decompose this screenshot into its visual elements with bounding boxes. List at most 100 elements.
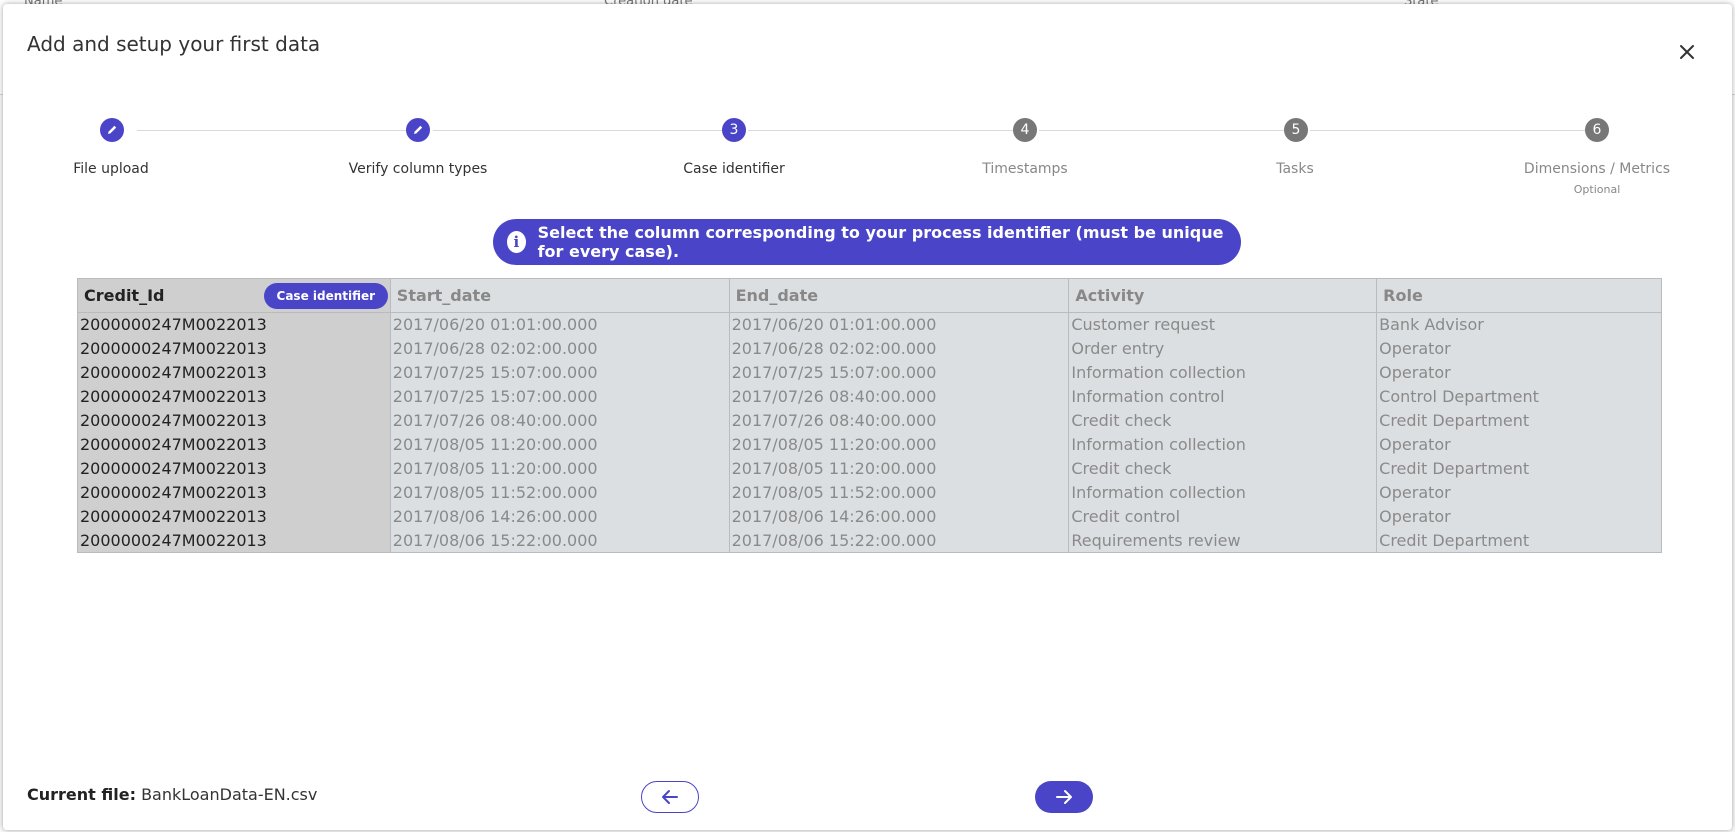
table-row: 2000000247M0022013 2017/08/05 11:20:00.00… — [77, 432, 1662, 457]
table-cell: Credit control — [1068, 504, 1378, 529]
table-cell: 2017/08/06 15:22:00.000 — [390, 528, 730, 553]
data-preview-table: Credit_Id Case identifier Start_date End… — [77, 278, 1662, 553]
table-row: 2000000247M0022013 2017/07/25 15:07:00.00… — [77, 384, 1662, 409]
table-cell: 2017/08/05 11:20:00.000 — [729, 432, 1070, 457]
pencil-icon — [108, 125, 117, 134]
table-cell: 2000000247M0022013 — [77, 408, 391, 433]
step-5-label: Tasks — [1276, 161, 1314, 177]
step-4-label: Timestamps — [982, 161, 1068, 177]
table-row: 2000000247M0022013 2017/06/28 02:02:00.00… — [77, 336, 1662, 361]
pencil-icon — [414, 125, 423, 134]
column-header-credit-id[interactable]: Credit_Id Case identifier — [77, 278, 391, 313]
table-cell: Information collection — [1068, 432, 1378, 457]
table-cell: Operator — [1376, 504, 1662, 529]
table-row: 2000000247M0022013 2017/08/05 11:52:00.00… — [77, 480, 1662, 505]
table-cell: 2000000247M0022013 — [77, 528, 391, 553]
table-cell: Information collection — [1068, 480, 1378, 505]
step-4-circle[interactable]: 4 — [1013, 118, 1037, 142]
table-cell: 2000000247M0022013 — [77, 360, 391, 385]
table-cell: Requirements review — [1068, 528, 1378, 553]
table-cell: 2017/07/25 15:07:00.000 — [729, 360, 1070, 385]
table-cell: 2017/08/05 11:20:00.000 — [390, 432, 730, 457]
step-connector — [137, 130, 407, 131]
step-2-label: Verify column types — [348, 161, 488, 177]
table-cell: Credit Department — [1376, 528, 1662, 553]
current-file-name: BankLoanData-EN.csv — [141, 785, 318, 804]
table-cell: 2017/07/25 15:07:00.000 — [390, 360, 730, 385]
table-cell: 2017/06/28 02:02:00.000 — [390, 336, 730, 361]
step-connector — [433, 130, 722, 131]
table-cell: 2017/08/06 14:26:00.000 — [390, 504, 730, 529]
info-banner-text: Select the column corresponding to your … — [537, 223, 1224, 261]
current-file-info: Current file: BankLoanData-EN.csv — [27, 785, 317, 804]
table-cell: Bank Advisor — [1376, 312, 1662, 337]
step-5-circle[interactable]: 5 — [1284, 118, 1308, 142]
stepper: File upload Verify column types 3 Case i… — [3, 4, 1732, 204]
table-cell: 2000000247M0022013 — [77, 336, 391, 361]
table-row: 2000000247M0022013 2017/06/20 01:01:00.00… — [77, 312, 1662, 337]
previous-button[interactable] — [641, 781, 699, 813]
table-cell: 2017/06/20 01:01:00.000 — [390, 312, 730, 337]
table-cell: Operator — [1376, 360, 1662, 385]
column-header-activity[interactable]: Activity — [1068, 278, 1378, 313]
table-cell: Operator — [1376, 432, 1662, 457]
table-cell: Credit check — [1068, 408, 1378, 433]
step-3-circle[interactable]: 3 — [722, 118, 746, 142]
step-connector — [1039, 130, 1284, 131]
table-cell: 2000000247M0022013 — [77, 432, 391, 457]
table-cell: Information control — [1068, 384, 1378, 409]
table-cell: 2017/07/26 08:40:00.000 — [729, 384, 1070, 409]
column-header-end-date[interactable]: End_date — [729, 278, 1070, 313]
table-row: 2000000247M0022013 2017/08/05 11:20:00.00… — [77, 456, 1662, 481]
step-3-label: Case identifier — [683, 161, 785, 177]
table-cell: Operator — [1376, 480, 1662, 505]
step-6-sublabel: Optional — [1573, 183, 1621, 196]
table-cell: 2000000247M0022013 — [77, 312, 391, 337]
current-file-label: Current file: — [27, 785, 136, 804]
table-cell: 2000000247M0022013 — [77, 456, 391, 481]
table-row: 2000000247M0022013 2017/08/06 15:22:00.00… — [77, 528, 1662, 553]
table-cell: 2000000247M0022013 — [77, 504, 391, 529]
table-header-row: Credit_Id Case identifier Start_date End… — [77, 278, 1662, 313]
step-6-circle[interactable]: 6 — [1585, 118, 1609, 142]
table-cell: 2017/07/26 08:40:00.000 — [729, 408, 1070, 433]
table-cell: Credit check — [1068, 456, 1378, 481]
table-cell: 2017/06/20 01:01:00.000 — [729, 312, 1070, 337]
table-row: 2000000247M0022013 2017/08/06 14:26:00.00… — [77, 504, 1662, 529]
next-button[interactable] — [1035, 781, 1093, 813]
table-cell: 2017/08/06 14:26:00.000 — [729, 504, 1070, 529]
arrow-left-icon — [662, 790, 678, 804]
table-cell: 2017/06/28 02:02:00.000 — [729, 336, 1070, 361]
table-cell: Control Department — [1376, 384, 1662, 409]
setup-modal: Add and setup your first data File uploa… — [3, 4, 1732, 830]
step-1-circle[interactable] — [100, 118, 124, 142]
column-header-start-date[interactable]: Start_date — [390, 278, 730, 313]
table-cell: 2017/08/05 11:52:00.000 — [390, 480, 730, 505]
step-connector — [748, 130, 1013, 131]
table-cell: Operator — [1376, 336, 1662, 361]
table-cell: 2017/08/05 11:20:00.000 — [729, 456, 1070, 481]
table-row: 2000000247M0022013 2017/07/26 08:40:00.00… — [77, 408, 1662, 433]
table-cell: Customer request — [1068, 312, 1378, 337]
column-header-label: Credit_Id — [84, 286, 165, 305]
table-cell: Credit Department — [1376, 456, 1662, 481]
table-cell: Credit Department — [1376, 408, 1662, 433]
table-cell: 2017/07/25 15:07:00.000 — [390, 384, 730, 409]
column-header-role[interactable]: Role — [1376, 278, 1662, 313]
table-cell: 2000000247M0022013 — [77, 480, 391, 505]
table-cell: Information collection — [1068, 360, 1378, 385]
table-cell: 2017/08/06 15:22:00.000 — [729, 528, 1070, 553]
table-cell: 2017/08/05 11:52:00.000 — [729, 480, 1070, 505]
info-icon: i — [507, 231, 526, 253]
case-identifier-badge: Case identifier — [263, 283, 388, 309]
table-row: 2000000247M0022013 2017/07/25 15:07:00.00… — [77, 360, 1662, 385]
info-banner: i Select the column corresponding to you… — [493, 219, 1241, 265]
step-connector — [1310, 130, 1585, 131]
table-cell: 2000000247M0022013 — [77, 384, 391, 409]
table-cell: Order entry — [1068, 336, 1378, 361]
step-6-label: Dimensions / Metrics — [1523, 161, 1671, 177]
table-cell: 2017/08/05 11:20:00.000 — [390, 456, 730, 481]
arrow-right-icon — [1056, 790, 1072, 804]
step-2-circle[interactable] — [406, 118, 430, 142]
table-cell: 2017/07/26 08:40:00.000 — [390, 408, 730, 433]
